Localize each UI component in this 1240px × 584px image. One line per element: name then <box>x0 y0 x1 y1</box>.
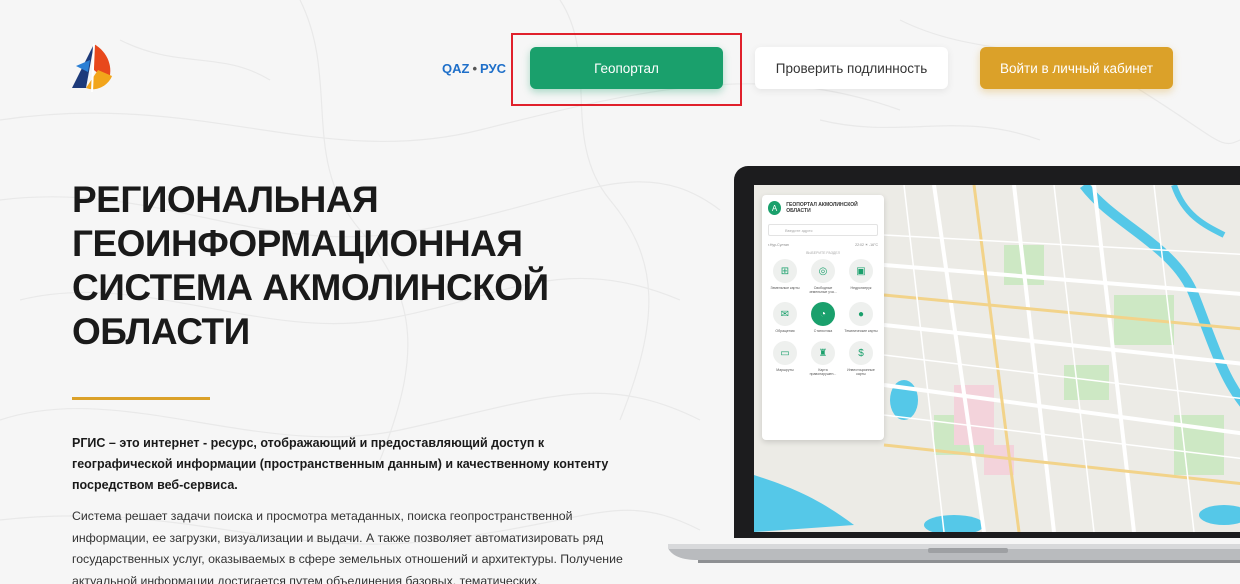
laptop-mockup: A ГЕОПОРТАЛ АКМОЛИНСКОЙ ОБЛАСТИ Введите … <box>668 166 1240 584</box>
subsoil-icon: ▣ <box>849 259 873 283</box>
tile-label: Свободные земельные уча... <box>809 286 837 294</box>
login-cabinet-button[interactable]: Войти в личный кабинет <box>980 47 1173 89</box>
tile-label: Маршруты <box>776 368 794 372</box>
panel-section-grid: ⊞ Земельные карты ◎ Свободные земельные уч… <box>762 259 884 376</box>
tile-label: Карта правонарушен... <box>809 368 837 376</box>
tile-routes: ▭ Маршруты <box>766 341 804 376</box>
lead-paragraph: РГИС – это интернет - ресурс, отображающ… <box>72 436 609 492</box>
panel-title: ГЕОПОРТАЛ АКМОЛИНСКОЙ ОБЛАСТИ <box>786 202 858 214</box>
free-land-icon: ◎ <box>811 259 835 283</box>
panel-meta: г.Нур-Султан 22:02 ☀ -16°C <box>762 239 884 251</box>
thematic-map-icon: ● <box>849 302 873 326</box>
geoportal-panel: A ГЕОПОРТАЛ АКМОЛИНСКОЙ ОБЛАСТИ Введите … <box>762 195 884 440</box>
tile-investment: $ Инвестиционные карты <box>842 341 880 376</box>
tile-land-maps: ⊞ Земельные карты <box>766 259 804 294</box>
laptop-screen: A ГЕОПОРТАЛ АКМОЛИНСКОЙ ОБЛАСТИ Введите … <box>754 185 1240 532</box>
tile-label: Инвестиционные карты <box>847 368 875 376</box>
tile-violations: ♜ Карта правонарушен... <box>804 341 842 376</box>
title-line-4: ОБЛАСТИ <box>72 311 250 352</box>
geoportal-highlight-box <box>511 33 742 106</box>
tile-label: Обращения <box>775 329 795 333</box>
tile-thematic-maps: ● Тематические карты <box>842 302 880 333</box>
routes-icon: ▭ <box>773 341 797 365</box>
title-line-1: РЕГИОНАЛЬНАЯ <box>72 179 379 220</box>
description-paragraph: Система решает задачи поиска и просмотра… <box>72 509 623 584</box>
lang-rus-link[interactable]: РУС <box>480 61 506 76</box>
tile-subsoil: ▣ Недропатрук <box>842 259 880 294</box>
violations-icon: ♜ <box>811 341 835 365</box>
site-logo[interactable] <box>68 40 116 92</box>
tile-statistics: ◔ Статистика <box>804 302 842 333</box>
lang-qaz-link[interactable]: QAZ <box>442 61 469 76</box>
title-line-3: СИСТЕМА АКМОЛИНСКОЙ <box>72 267 549 308</box>
panel-subtitle: ВЫБЕРИТЕ РАЗДЕЛ <box>806 251 840 255</box>
title-line-2: ГЕОИНФОРМАЦИОННАЯ <box>72 223 523 264</box>
tile-label: Статистика <box>813 329 833 333</box>
laptop-base <box>668 544 1240 563</box>
panel-city: г.Нур-Султан <box>768 243 789 247</box>
panel-weather: 22:02 ☀ -16°C <box>855 243 878 247</box>
lang-separator: • <box>472 61 478 76</box>
statistics-icon: ◔ <box>811 302 835 326</box>
title-underline <box>72 397 210 400</box>
verify-authenticity-button[interactable]: Проверить подлинность <box>755 47 948 89</box>
tile-label: Земельные карты <box>770 286 800 290</box>
tile-requests: ✉ Обращения <box>766 302 804 333</box>
land-map-icon: ⊞ <box>773 259 797 283</box>
page-title: РЕГИОНАЛЬНАЯ ГЕОИНФОРМАЦИОННАЯ СИСТЕМА А… <box>72 178 632 354</box>
tile-free-land: ◎ Свободные земельные уча... <box>804 259 842 294</box>
language-switcher: QAZ • РУС <box>442 61 506 76</box>
panel-search-input: Введите адрес <box>768 224 878 236</box>
investment-icon: $ <box>849 341 873 365</box>
tile-label: Тематические карты <box>844 329 878 333</box>
tile-label: Недропатрук <box>850 286 872 290</box>
panel-logo-icon: A <box>768 201 782 215</box>
panel-header: A ГЕОПОРТАЛ АКМОЛИНСКОЙ ОБЛАСТИ <box>762 195 884 221</box>
requests-icon: ✉ <box>773 302 797 326</box>
